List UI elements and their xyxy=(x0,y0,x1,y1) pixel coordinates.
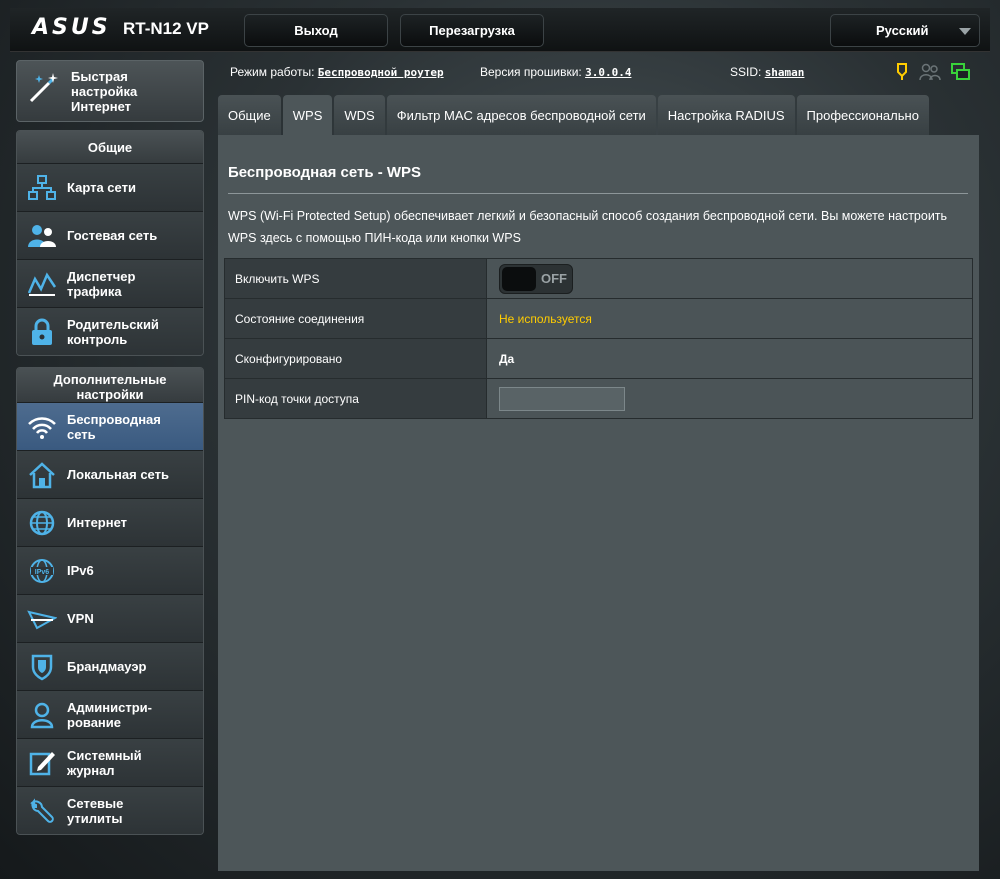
enable-wps-cell: OFF xyxy=(486,258,973,299)
sidebar-item-label: Сетевые утилиты xyxy=(67,795,124,826)
quick-internet-setup-button[interactable]: Быстрая настройка Интернет xyxy=(16,60,204,122)
sidebar-item-label: Гостевая сеть xyxy=(67,228,158,243)
tab-wps[interactable]: WPS xyxy=(282,95,333,135)
page-description: WPS (Wi-Fi Protected Setup) обеспечивает… xyxy=(228,209,948,245)
connection-status-label: Состояние соединения xyxy=(224,298,487,339)
ipv6-icon: IPv6 xyxy=(17,557,67,585)
connection-status-value: Не используется xyxy=(486,298,973,339)
chevron-down-icon xyxy=(959,28,971,35)
logout-button[interactable]: Выход xyxy=(244,14,388,47)
sidebar-item-internet[interactable]: Интернет xyxy=(17,498,203,546)
sidebar-item-label: IPv6 xyxy=(67,563,94,578)
wps-settings-table: Включить WPS OFF Состояние соединения Не… xyxy=(224,258,973,419)
usb-status-icon[interactable] xyxy=(895,63,909,86)
sidebar-item-label: Диспетчер трафика xyxy=(67,268,136,299)
operation-mode-info: Режим работы: Беспроводной роутер xyxy=(230,65,444,79)
table-row: Сконфигурировано Да xyxy=(224,338,973,379)
guest-network-icon xyxy=(17,223,67,249)
magic-wand-icon xyxy=(25,71,61,112)
ap-pin-label: PIN-код точки доступа xyxy=(224,378,487,419)
ssid-link[interactable]: shaman xyxy=(765,66,805,79)
toggle-knob xyxy=(502,266,536,291)
asus-logo: ASUS xyxy=(32,15,111,40)
sidebar-item-label: Брандмауэр xyxy=(67,659,147,674)
tab-professional[interactable]: Профессионально xyxy=(796,95,929,135)
page-title: Беспроводная сеть - WPS xyxy=(228,164,422,181)
sidebar-item-vpn[interactable]: VPN xyxy=(17,594,203,642)
sidebar-item-guest-network[interactable]: Гостевая сеть xyxy=(17,211,203,259)
internet-status-icon[interactable] xyxy=(951,63,971,86)
sidebar-item-administration[interactable]: Администри- рование xyxy=(17,690,203,738)
network-map-icon xyxy=(17,174,67,201)
sidebar-item-traffic-manager[interactable]: Диспетчер трафика xyxy=(17,259,203,307)
home-icon xyxy=(17,461,67,489)
sidebar-item-label: Администри- рование xyxy=(67,699,152,730)
reboot-button[interactable]: Перезагрузка xyxy=(400,14,544,47)
parental-lock-icon xyxy=(17,318,67,346)
advanced-menu-group: Дополнительные настройки Беспроводная се… xyxy=(16,367,204,835)
configured-label: Сконфигурировано xyxy=(224,338,487,379)
vpn-icon xyxy=(17,606,67,632)
admin-user-icon xyxy=(17,701,67,729)
sidebar-item-parental-control[interactable]: Родительский контроль xyxy=(17,307,203,355)
sidebar-item-label: Беспроводная сеть xyxy=(67,411,161,442)
main-content: Беспроводная сеть - WPS WPS (Wi-Fi Prote… xyxy=(218,135,979,871)
wrench-icon xyxy=(17,797,67,825)
settings-tabs: Общие WPS WDS Фильтр MAC адресов беспров… xyxy=(218,95,929,135)
sidebar-item-label: Карта сети xyxy=(67,180,136,195)
model-name: RT-N12 VP xyxy=(123,19,209,38)
firmware-link[interactable]: 3.0.0.4 xyxy=(585,66,631,79)
sidebar-item-firewall[interactable]: Брандмауэр xyxy=(17,642,203,690)
firmware-info: Версия прошивки: 3.0.0.4 xyxy=(480,65,631,79)
table-row: Состояние соединения Не используется xyxy=(224,298,973,339)
table-row: PIN-код точки доступа xyxy=(224,378,973,419)
globe-icon xyxy=(17,509,67,537)
firmware-label: Версия прошивки: xyxy=(480,65,582,79)
wifi-icon xyxy=(17,414,67,440)
sidebar-item-network-map[interactable]: Карта сети xyxy=(17,163,203,211)
operation-mode-link[interactable]: Беспроводной роутер xyxy=(318,66,444,79)
advanced-group-title: Дополнительные настройки xyxy=(17,368,203,402)
sidebar-item-label: Родительский контроль xyxy=(67,316,159,347)
tab-radius[interactable]: Настройка RADIUS xyxy=(657,95,795,135)
sidebar-item-label: Интернет xyxy=(67,515,128,530)
tab-mac-filter[interactable]: Фильтр MAC адресов беспроводной сети xyxy=(386,95,656,135)
log-edit-icon xyxy=(17,749,67,777)
general-menu-group: Общие Карта сети Гостевая сеть Диспетчер… xyxy=(16,130,204,356)
tab-general[interactable]: Общие xyxy=(218,95,281,135)
general-group-title: Общие xyxy=(17,131,203,163)
title-divider xyxy=(228,193,968,194)
sidebar-item-lan[interactable]: Локальная сеть xyxy=(17,450,203,498)
top-bar: ASUS RT-N12 VP Выход Перезагрузка Русски… xyxy=(10,8,990,52)
table-row: Включить WPS OFF xyxy=(224,258,973,299)
sidebar-item-network-tools[interactable]: Сетевые утилиты xyxy=(17,786,203,834)
shield-icon xyxy=(17,653,67,681)
clients-status-icon[interactable] xyxy=(919,63,941,86)
configured-value: Да xyxy=(486,338,973,379)
tab-wds[interactable]: WDS xyxy=(334,95,385,135)
ssid-info: SSID: shaman xyxy=(730,65,804,79)
sidebar-item-system-log[interactable]: Системный журнал xyxy=(17,738,203,786)
quick-setup-label: Быстрая настройка Интернет xyxy=(71,68,138,114)
sidebar-item-label: Системный журнал xyxy=(67,747,142,778)
sidebar-item-ipv6[interactable]: IPv6 IPv6 xyxy=(17,546,203,594)
enable-wps-label: Включить WPS xyxy=(224,258,487,299)
sidebar-item-label: VPN xyxy=(67,611,94,626)
ap-pin-input[interactable] xyxy=(499,386,625,411)
language-value: Русский xyxy=(876,23,929,38)
ssid-label: SSID: xyxy=(730,65,762,79)
sidebar-item-label: Локальная сеть xyxy=(67,467,169,482)
toggle-state: OFF xyxy=(541,270,567,286)
svg-text:IPv6: IPv6 xyxy=(35,569,50,576)
ap-pin-cell xyxy=(486,378,973,419)
language-select[interactable]: Русский xyxy=(830,14,980,47)
status-icons xyxy=(895,63,971,86)
operation-mode-label: Режим работы: xyxy=(230,65,315,79)
sidebar-item-wireless[interactable]: Беспроводная сеть xyxy=(17,402,203,450)
enable-wps-toggle[interactable]: OFF xyxy=(499,263,573,294)
traffic-manager-icon xyxy=(17,271,67,297)
